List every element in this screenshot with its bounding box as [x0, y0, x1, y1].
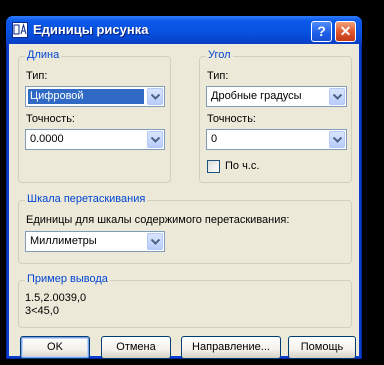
length-type-label: Тип: — [26, 70, 48, 82]
drag-scale-group: Шкала перетаскивания Единицы для шкалы с… — [18, 193, 352, 264]
cancel-button[interactable]: Отмена — [101, 336, 171, 359]
sample-output-group-title: Пример вывода — [25, 273, 110, 285]
length-precision-value: 0.0000 — [30, 133, 64, 145]
angle-type-value: Дробные градусы — [211, 90, 302, 102]
window-title: Единицы рисунка — [33, 22, 149, 37]
angle-type-label: Тип: — [207, 70, 229, 82]
length-group: Длина Тип: Цифровой Точность: 0.0000 — [18, 49, 171, 183]
drag-scale-group-title: Шкала перетаскивания — [25, 193, 148, 205]
length-type-select[interactable]: Цифровой — [25, 86, 165, 107]
angle-precision-value: 0 — [211, 133, 218, 145]
help-title-button[interactable]: ? — [311, 21, 332, 42]
chevron-down-icon — [333, 94, 342, 100]
length-precision-dropdown-button[interactable] — [147, 131, 163, 148]
drag-scale-units-dropdown-button[interactable] — [147, 233, 163, 250]
angle-precision-label: Точность: — [207, 113, 256, 125]
help-button[interactable]: Помощь — [288, 336, 356, 359]
ok-button[interactable]: OK — [20, 336, 90, 359]
angle-group: Угол Тип: Дробные градусы Точность: 0 По… — [199, 49, 352, 183]
angle-precision-dropdown-button[interactable] — [329, 131, 345, 148]
app-icon — [12, 22, 28, 38]
length-type-dropdown-button[interactable] — [147, 88, 163, 105]
sample-output-line-1: 1.5,2.0039,0 — [25, 292, 87, 304]
length-group-title: Длина — [25, 49, 62, 61]
angle-group-title: Угол — [206, 49, 233, 61]
chevron-down-icon — [151, 239, 160, 245]
close-button[interactable]: ✕ — [335, 21, 356, 42]
close-icon: ✕ — [339, 23, 352, 39]
angle-precision-select[interactable]: 0 — [206, 129, 347, 150]
angle-type-dropdown-button[interactable] — [329, 88, 345, 105]
sample-output-group: Пример вывода 1.5,2.0039,0 3<45,0 — [18, 273, 352, 328]
drag-scale-units-select[interactable]: Миллиметры — [25, 231, 165, 252]
title-bar[interactable]: Единицы рисунка ? ✕ — [6, 16, 362, 44]
length-type-value: Цифровой — [28, 89, 144, 104]
length-precision-select[interactable]: 0.0000 — [25, 129, 165, 150]
chevron-down-icon — [151, 94, 160, 100]
dialog-body: Длина Тип: Цифровой Точность: 0.0000 Уго… — [9, 44, 359, 359]
length-precision-label: Точность: — [26, 113, 75, 125]
chevron-down-icon — [151, 137, 160, 143]
units-dialog: Единицы рисунка ? ✕ Длина Тип: Цифровой … — [6, 16, 362, 359]
chevron-down-icon — [333, 137, 342, 143]
drag-scale-units-value: Миллиметры — [30, 235, 97, 247]
angle-type-select[interactable]: Дробные градусы — [206, 86, 347, 107]
sample-output-line-2: 3<45,0 — [25, 305, 59, 317]
direction-button[interactable]: Направление... — [181, 336, 281, 359]
clockwise-checkbox[interactable] — [207, 160, 220, 173]
drag-scale-units-label: Единицы для шкалы содержимого перетаскив… — [26, 214, 290, 226]
clockwise-label[interactable]: По ч.с. — [225, 160, 259, 172]
